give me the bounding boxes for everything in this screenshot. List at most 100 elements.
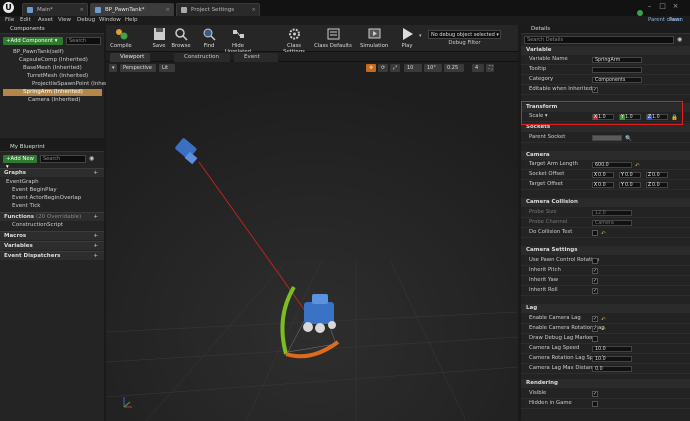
inherit-yaw-checkbox[interactable]: ✓ xyxy=(592,278,598,284)
save-button[interactable]: Save xyxy=(150,27,168,51)
menu-edit[interactable]: Edit xyxy=(20,16,31,25)
add-new-button[interactable]: +Add New ▾ xyxy=(3,155,37,170)
rotate-icon[interactable]: ⟳ xyxy=(378,64,388,72)
hide-unrelated-button[interactable]: Hide Unrelated xyxy=(220,27,256,55)
editable-inherited-checkbox[interactable]: ✓ xyxy=(592,87,598,93)
viewport-options-icon[interactable]: ▾ xyxy=(109,64,117,72)
tooltip-input[interactable] xyxy=(592,67,642,73)
add-component-button[interactable]: +Add Component ▾ xyxy=(3,37,63,45)
dispatchers-category[interactable]: Event Dispatchers + xyxy=(0,251,104,260)
grid-snap-value[interactable]: 10 xyxy=(404,64,422,72)
tree-item-projectile-spawn[interactable]: ProjectileSpawnPoint (Inherited) xyxy=(3,81,120,88)
menu-view[interactable]: View xyxy=(58,16,71,25)
close-icon[interactable]: × xyxy=(79,4,84,16)
reset-collision-icon[interactable]: ↶ xyxy=(601,230,606,240)
components-search-input[interactable]: Search xyxy=(66,37,101,45)
eventgraph-item[interactable]: EventGraph xyxy=(6,179,102,186)
lit-button[interactable]: Lit xyxy=(159,64,175,72)
class-settings-button[interactable]: Class Settings xyxy=(276,27,312,55)
maximize-icon[interactable]: □ xyxy=(658,2,667,10)
camera-lag-speed-input[interactable]: 10.0 xyxy=(592,346,632,352)
tab-construction-script[interactable]: Construction Scrip xyxy=(174,53,230,69)
event-overlap-item[interactable]: Event ActorBeginOverlap xyxy=(12,195,102,202)
close-window-icon[interactable]: × xyxy=(671,2,680,10)
details-search-input[interactable]: Search Details xyxy=(524,36,674,44)
add-function-icon[interactable]: + xyxy=(93,213,98,222)
use-pawn-rotation-checkbox[interactable] xyxy=(592,258,598,264)
target-offset-y[interactable]: Y0.0 xyxy=(619,182,641,188)
variable-name-input[interactable]: SpringArm xyxy=(592,57,642,63)
target-offset-z[interactable]: Z0.0 xyxy=(646,182,668,188)
play-options-icon[interactable]: ▾ xyxy=(419,33,422,39)
enable-camera-lag-checkbox[interactable]: ✓ xyxy=(592,316,598,322)
socket-offset-z[interactable]: Z0.0 xyxy=(646,172,668,178)
tab-project-settings[interactable]: Project Settings × xyxy=(176,3,260,16)
functions-category[interactable]: Functions (20 Overridable) + xyxy=(0,212,104,221)
camera-speed-value[interactable]: 4 xyxy=(472,64,484,72)
section-camera[interactable]: Camera xyxy=(521,151,690,160)
graphs-category[interactable]: Graphs + xyxy=(0,168,104,177)
debug-object-select[interactable]: No debug object selected ▾ xyxy=(428,30,501,39)
add-dispatcher-icon[interactable]: + xyxy=(93,252,98,261)
maximize-viewport-icon[interactable]: ⛶ xyxy=(486,64,494,72)
translate-icon[interactable]: ✥ xyxy=(366,64,376,72)
inherit-roll-checkbox[interactable]: ✓ xyxy=(592,288,598,294)
class-defaults-button[interactable]: Class Defaults xyxy=(314,27,352,51)
scale-snap-value[interactable]: 0.25 xyxy=(444,64,464,72)
menu-file[interactable]: File xyxy=(5,16,14,25)
play-button[interactable]: Play xyxy=(396,27,418,51)
construction-script-item[interactable]: ConstructionScript xyxy=(12,222,102,229)
angle-snap-value[interactable]: 10° xyxy=(424,64,442,72)
socket-offset-y[interactable]: Y0.0 xyxy=(619,172,641,178)
close-icon[interactable]: × xyxy=(165,4,170,16)
variables-category[interactable]: Variables + xyxy=(0,241,104,250)
camera-lag-max-input[interactable]: 0.0 xyxy=(592,366,632,372)
socket-offset-x[interactable]: X0.0 xyxy=(592,172,614,178)
add-macro-icon[interactable]: + xyxy=(93,232,98,241)
menu-help[interactable]: Help xyxy=(125,16,138,25)
compile-button[interactable]: Compile xyxy=(108,27,134,51)
tree-item-turretmesh[interactable]: TurretMesh (Inherited) xyxy=(3,73,102,80)
inherit-pitch-checkbox[interactable]: ✓ xyxy=(592,268,598,274)
section-camera-collision[interactable]: Camera Collision xyxy=(521,198,690,207)
visible-checkbox[interactable]: ✓ xyxy=(592,391,598,397)
menu-debug[interactable]: Debug xyxy=(77,16,95,25)
event-beginplay-item[interactable]: Event BeginPlay xyxy=(12,187,102,194)
add-variable-icon[interactable]: + xyxy=(93,242,98,251)
close-icon[interactable]: × xyxy=(251,4,256,16)
eye-icon[interactable]: ◉ xyxy=(89,155,94,162)
blueprint-search-input[interactable]: Search xyxy=(40,155,86,163)
scale-icon[interactable]: ⤢ xyxy=(390,64,400,72)
draw-debug-lag-checkbox[interactable] xyxy=(592,336,598,342)
tree-item-self[interactable]: BP_PawnTank(self) xyxy=(3,49,102,56)
viewport-3d[interactable]: ▾ Perspective Lit ✥ ⟳ ⤢ 10 10° 0.25 4 ⛶ xyxy=(106,62,518,421)
minimize-icon[interactable]: – xyxy=(645,2,654,10)
menu-window[interactable]: Window xyxy=(99,16,121,25)
tree-item-capsule[interactable]: CapsuleComp (Inherited) xyxy=(3,57,102,64)
enable-rotation-lag-checkbox[interactable]: ✓ xyxy=(592,326,598,332)
tree-item-camera[interactable]: Camera (Inherited) xyxy=(3,97,102,104)
do-collision-checkbox[interactable] xyxy=(592,230,598,236)
macros-category[interactable]: Macros + xyxy=(0,231,104,240)
section-camera-settings[interactable]: Camera Settings xyxy=(521,246,690,255)
section-variable[interactable]: Variable xyxy=(521,46,690,55)
hidden-in-game-checkbox[interactable] xyxy=(592,401,598,407)
browse-button[interactable]: Browse xyxy=(170,27,192,51)
perspective-button[interactable]: Perspective xyxy=(120,64,156,72)
add-graph-icon[interactable]: + xyxy=(93,169,98,178)
menu-asset[interactable]: Asset xyxy=(38,16,53,25)
tab-viewport[interactable]: Viewport xyxy=(110,53,150,62)
target-offset-x[interactable]: X0.0 xyxy=(592,182,614,188)
tab-main[interactable]: Main* × xyxy=(22,3,88,16)
tab-event-graph[interactable]: Event Graph xyxy=(234,53,278,69)
tab-bp-pawntank[interactable]: BP_PawnTank* × xyxy=(90,3,174,16)
tree-item-springarm[interactable]: SpringArm (Inherited) xyxy=(3,89,102,96)
rotation-lag-speed-input[interactable]: 10.0 xyxy=(592,356,632,362)
section-rendering[interactable]: Rendering xyxy=(521,379,690,388)
target-arm-length-input[interactable]: 600.0 xyxy=(592,162,632,168)
simulation-button[interactable]: Simulation xyxy=(360,27,388,51)
probe-size-input[interactable]: 12.0 xyxy=(592,210,632,216)
details-view-options-icon[interactable]: ◉ xyxy=(677,36,682,43)
category-dropdown[interactable]: Components xyxy=(592,77,642,83)
tree-item-basemesh[interactable]: BaseMesh (Inherited) xyxy=(3,65,102,72)
